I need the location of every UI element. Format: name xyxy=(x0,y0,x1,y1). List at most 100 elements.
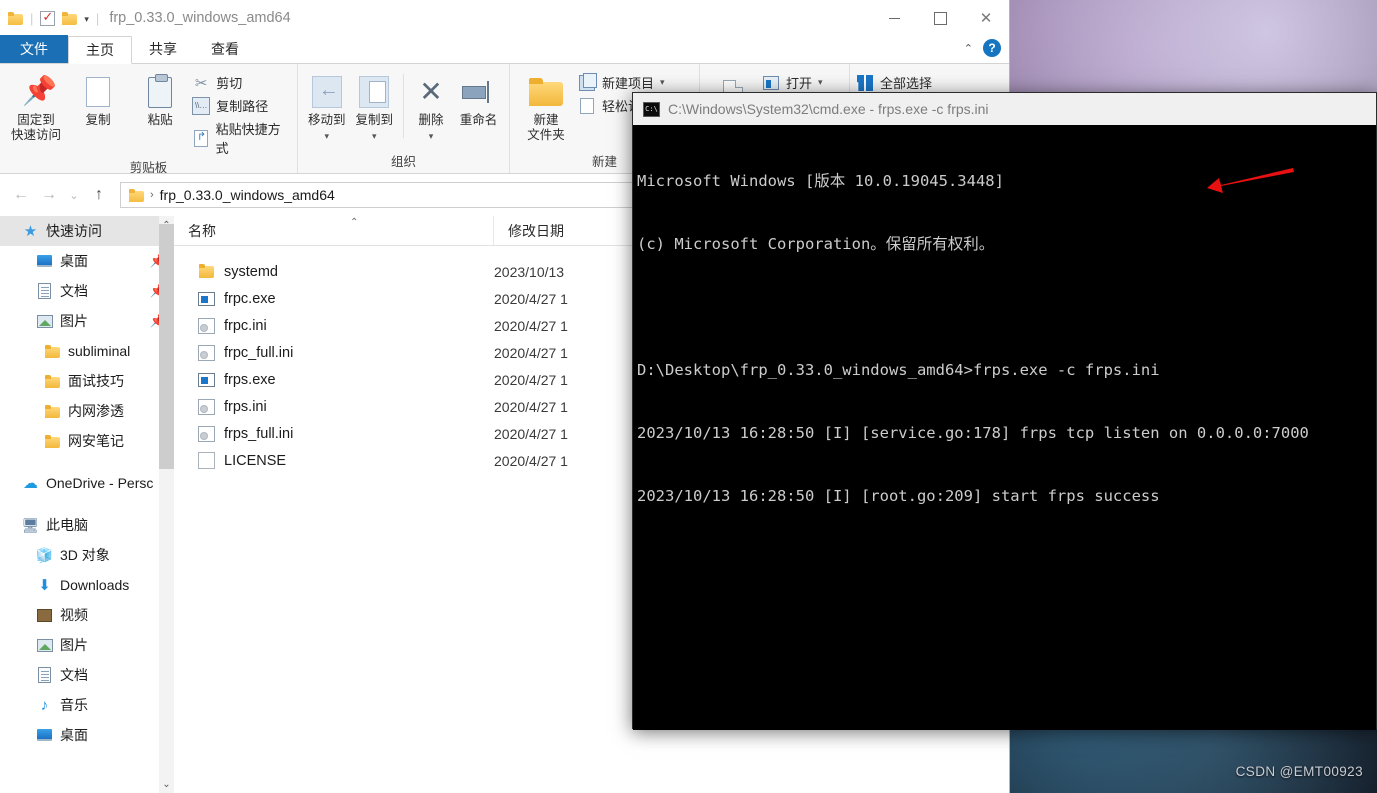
pin-to-quick-access-button[interactable]: 📌 固定到 快速访问 xyxy=(6,68,66,143)
delete-caret-icon[interactable]: ▾ xyxy=(429,131,434,142)
documents-icon xyxy=(36,283,53,300)
new-folder-icon[interactable] xyxy=(62,11,78,25)
move-to-button[interactable]: 移动到 ▾ xyxy=(304,68,350,142)
sidebar-item-intranet-pentest[interactable]: 内网渗透 xyxy=(0,396,174,426)
customize-caret-icon[interactable] xyxy=(84,14,89,25)
open-icon xyxy=(762,74,780,92)
sidebar-item-pictures-2[interactable]: 图片 xyxy=(0,630,174,660)
chevron-up-icon[interactable]: ⌃ xyxy=(964,42,973,55)
sidebar-item-documents-2[interactable]: 文档 xyxy=(0,660,174,690)
file-name-cell[interactable]: frps_full.ini xyxy=(174,425,494,442)
scissors-icon: ✂ xyxy=(194,74,208,92)
sidebar-label-intranet-pentest: 内网渗透 xyxy=(68,403,124,419)
help-icon[interactable]: ? xyxy=(983,39,1001,57)
copy-to-caret-icon[interactable]: ▾ xyxy=(372,131,377,142)
sort-ascending-icon: ⌃ xyxy=(350,217,359,228)
organize-group-label: 组织 xyxy=(390,155,416,169)
ribbon-group-organize: 移动到 ▾ 复制到 ▾ ✕ 删除 ▾ 重命名 xyxy=(298,64,510,173)
folder-icon xyxy=(44,403,61,420)
column-name[interactable]: 名称 ⌃ xyxy=(174,216,494,245)
copy-button[interactable]: 复制 xyxy=(68,68,128,128)
sidebar-scrollbar[interactable]: ⌃ ⌄ xyxy=(159,216,174,793)
copy-label: 复制 xyxy=(85,113,111,127)
videos-icon xyxy=(36,607,53,624)
sidebar-item-this-pc[interactable]: 🖥 此电脑 xyxy=(0,510,174,540)
sidebar-label-music: 音乐 xyxy=(60,697,88,713)
move-to-caret-icon[interactable]: ▾ xyxy=(325,131,330,142)
sidebar-item-music[interactable]: ♪ 音乐 xyxy=(0,690,174,720)
open-caret-icon[interactable]: ▾ xyxy=(818,77,823,88)
file-name-cell[interactable]: systemd xyxy=(174,263,494,280)
sidebar-item-quick-access[interactable]: ★ 快速访问 xyxy=(0,216,174,246)
sidebar-item-subliminal[interactable]: subliminal xyxy=(0,336,174,366)
cmd-title-bar: C:\Windows\System32\cmd.exe - frps.exe -… xyxy=(633,93,1376,125)
scroll-down-icon[interactable]: ⌄ xyxy=(159,775,174,793)
file-name-cell[interactable]: frps.ini xyxy=(174,398,494,415)
file-name-cell[interactable]: frpc.exe xyxy=(174,291,494,307)
new-item-label: 新建项目 xyxy=(602,76,655,91)
paste-icon xyxy=(148,73,173,110)
new-item-caret-icon[interactable]: ▾ xyxy=(660,77,665,88)
paste-button[interactable]: 粘贴 xyxy=(130,68,190,128)
new-folder-label: 新建 文件夹 xyxy=(527,113,565,142)
properties-check-icon[interactable] xyxy=(40,9,56,26)
sidebar-label-onedrive: OneDrive - Persc xyxy=(46,475,154,491)
paste-shortcut-button[interactable]: 粘贴快捷方式 xyxy=(192,119,291,157)
maximize-button[interactable] xyxy=(917,0,963,36)
minimize-button[interactable] xyxy=(871,0,917,36)
new-item-button[interactable]: 新建项目 ▾ xyxy=(578,72,665,92)
tab-view[interactable]: 查看 xyxy=(194,35,256,63)
tab-share[interactable]: 共享 xyxy=(132,35,194,63)
address-input[interactable]: › frp_0.33.0_windows_amd64 xyxy=(120,182,680,208)
sidebar-label-documents-2: 文档 xyxy=(60,667,88,683)
breadcrumb[interactable]: frp_0.33.0_windows_amd64 xyxy=(160,187,335,203)
new-item-icon xyxy=(578,72,597,92)
cmd-line-2 xyxy=(637,297,1370,318)
rename-button[interactable]: 重命名 xyxy=(454,68,503,128)
file-name-label: frps.ini xyxy=(224,398,267,415)
sidebar-item-downloads[interactable]: ⬇ Downloads xyxy=(0,570,174,600)
sidebar-item-3d-objects[interactable]: 🧊 3D 对象 xyxy=(0,540,174,570)
forward-button[interactable]: → xyxy=(36,182,62,208)
close-button[interactable] xyxy=(963,0,1009,36)
back-button[interactable]: ← xyxy=(8,182,34,208)
delete-icon: ✕ xyxy=(419,76,443,107)
move-to-icon xyxy=(311,74,342,110)
sidebar-item-security-notes[interactable]: 网安笔记 xyxy=(0,426,174,456)
scrollbar-thumb[interactable] xyxy=(159,224,174,469)
open-button[interactable]: 打开 ▾ xyxy=(762,73,823,92)
copy-to-icon xyxy=(359,74,390,110)
cmd-line-0: Microsoft Windows [版本 10.0.19045.3448] xyxy=(637,172,1004,190)
sidebar-label-this-pc: 此电脑 xyxy=(46,517,88,533)
select-all-button[interactable]: 全部选择 xyxy=(856,73,932,92)
file-name-cell[interactable]: frps.exe xyxy=(174,372,494,388)
up-button[interactable]: ↑ xyxy=(86,182,112,208)
sidebar-item-interview-skills[interactable]: 面试技巧 xyxy=(0,366,174,396)
copy-path-button[interactable]: \\… 复制路径 xyxy=(192,96,291,115)
exe-icon xyxy=(198,291,215,306)
delete-button[interactable]: ✕ 删除 ▾ xyxy=(410,68,452,142)
sidebar-item-desktop-2[interactable]: 桌面 xyxy=(0,720,174,750)
file-name-cell[interactable]: frpc_full.ini xyxy=(174,344,494,361)
tab-file[interactable]: 文件 xyxy=(0,35,68,63)
file-name-cell[interactable]: frpc.ini xyxy=(174,317,494,334)
sidebar-item-onedrive[interactable]: ☁ OneDrive - Persc xyxy=(0,468,174,498)
sidebar-item-documents[interactable]: 文档 📌 xyxy=(0,276,174,306)
cmd-console-output[interactable]: Microsoft Windows [版本 10.0.19045.3448] (… xyxy=(633,125,1376,730)
sidebar-item-desktop[interactable]: 桌面 📌 xyxy=(0,246,174,276)
file-name-label: frps_full.ini xyxy=(224,425,294,442)
copy-to-button[interactable]: 复制到 ▾ xyxy=(352,68,398,142)
recent-locations-button[interactable]: ⌄ xyxy=(64,182,84,208)
folder-icon xyxy=(44,433,61,450)
new-folder-button[interactable]: 新建 文件夹 xyxy=(516,68,576,143)
sidebar-item-videos[interactable]: 视频 xyxy=(0,600,174,630)
file-name-cell[interactable]: LICENSE xyxy=(174,452,494,469)
tab-home[interactable]: 主页 xyxy=(68,36,132,64)
desktop-icon xyxy=(36,727,53,744)
csdn-watermark: CSDN @EMT00923 xyxy=(1235,764,1363,779)
sidebar-item-pictures[interactable]: 图片 📌 xyxy=(0,306,174,336)
cut-button[interactable]: ✂ 剪切 xyxy=(192,73,291,92)
quick-access-toolbar[interactable]: | | xyxy=(8,0,99,36)
open-small-commands: 打开 ▾ xyxy=(762,68,823,92)
